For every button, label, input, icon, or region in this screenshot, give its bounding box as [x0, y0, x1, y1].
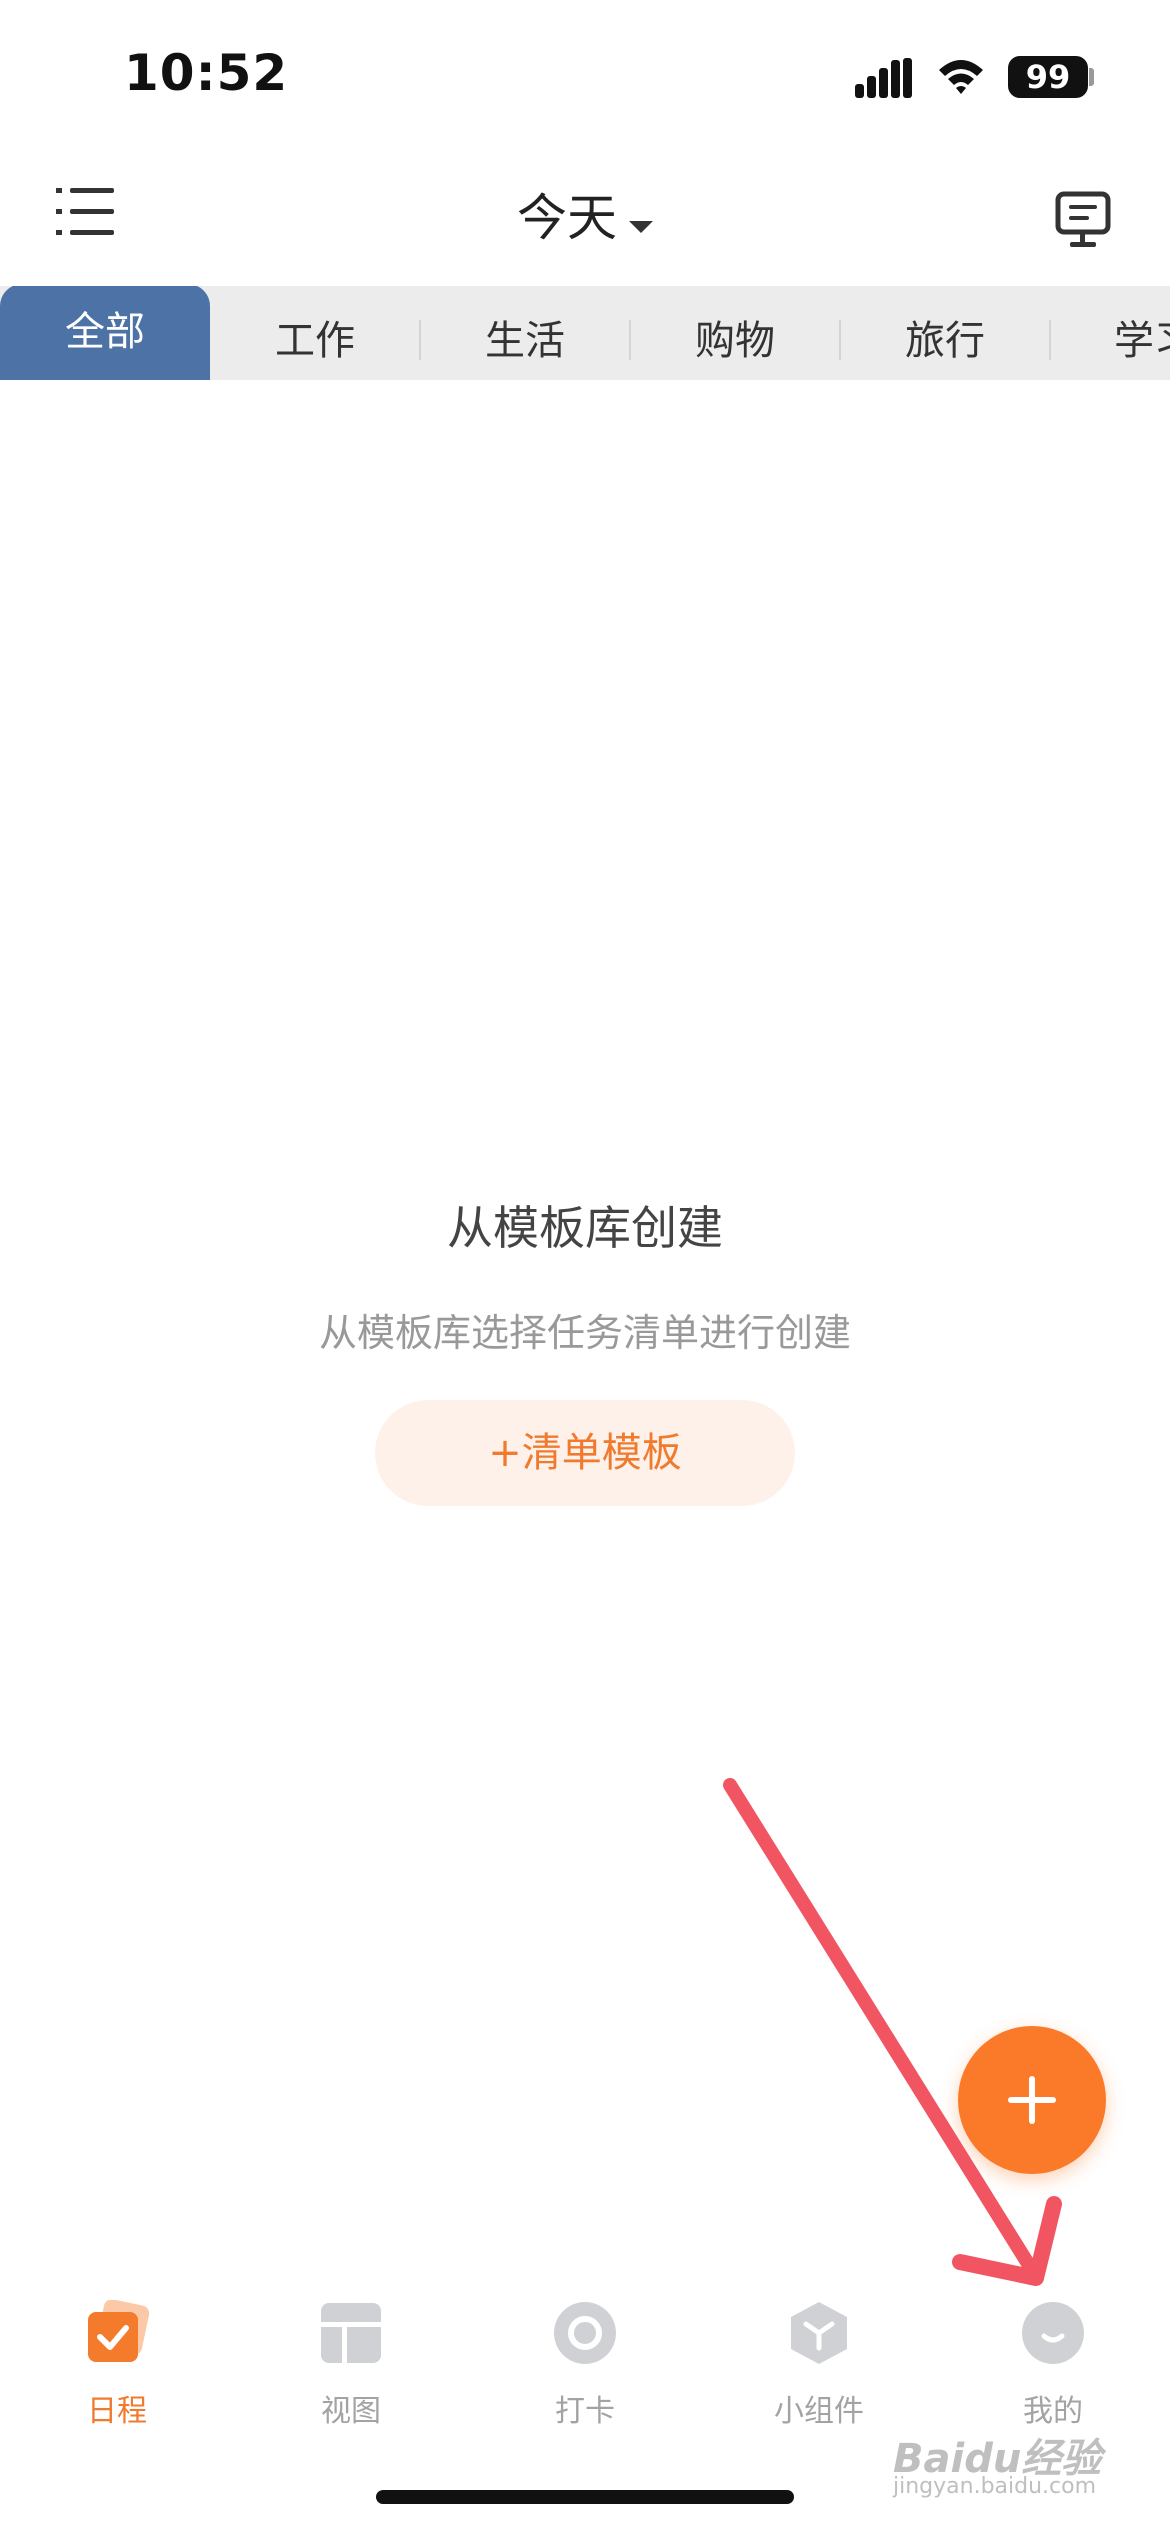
wifi-icon: [939, 60, 983, 94]
widget-cube-icon: [791, 2302, 847, 2364]
tabbar-item-widget[interactable]: 小组件: [702, 2270, 936, 2430]
tab-study[interactable]: 学习: [1058, 286, 1170, 380]
battery-indicator: 99: [1008, 56, 1088, 98]
tabbar-item-profile[interactable]: 我的: [936, 2270, 1170, 2430]
home-indicator: [376, 2490, 794, 2504]
date-selector[interactable]: 今天: [0, 178, 1170, 250]
tabbar-label: 视图: [321, 2394, 381, 2429]
battery-tip: [1089, 68, 1094, 86]
tabbar-item-checkin[interactable]: 打卡: [468, 2270, 702, 2430]
check-in-circle-icon: [554, 2302, 616, 2364]
tab-work[interactable]: 工作: [210, 286, 420, 380]
tabbar-label: 打卡: [555, 2394, 615, 2429]
tabbar-label: 我的: [1023, 2394, 1083, 2429]
tab-divider: [1049, 320, 1051, 360]
message-board-icon[interactable]: [1054, 190, 1112, 248]
empty-state-subtitle: 从模板库选择任务清单进行创建: [318, 1311, 851, 1355]
tab-shopping[interactable]: 购物: [630, 286, 840, 380]
tab-all[interactable]: 全部: [0, 286, 210, 380]
status-bar: 10:52 99: [0, 0, 1170, 150]
cellular-signal-icon: [855, 58, 912, 98]
tabbar-label: 日程: [87, 2394, 147, 2429]
empty-state-title: 从模板库创建: [447, 1201, 723, 1255]
dropdown-caret-icon[interactable]: [629, 220, 653, 233]
page-title[interactable]: 今天: [517, 178, 617, 250]
profile-smile-icon: [1022, 2302, 1084, 2364]
tabbar-item-schedule[interactable]: 日程: [0, 2270, 234, 2430]
tabbar-item-view[interactable]: 视图: [234, 2270, 468, 2430]
template-list-button[interactable]: +清单模板: [375, 1400, 795, 1506]
add-task-button[interactable]: [958, 2026, 1106, 2174]
schedule-check-icon: [88, 2300, 150, 2362]
baidu-watermark-url: jingyan.baidu.com: [893, 2474, 1097, 2499]
category-tabs: 全部 工作 生活 购物 旅行 学习: [0, 286, 1170, 380]
tab-life[interactable]: 生活: [420, 286, 630, 380]
tabbar-label: 小组件: [774, 2394, 864, 2429]
plus-icon-vertical: [1029, 2076, 1035, 2124]
view-layout-icon: [321, 2303, 381, 2363]
status-time: 10:52: [124, 44, 289, 102]
tab-travel[interactable]: 旅行: [840, 286, 1050, 380]
